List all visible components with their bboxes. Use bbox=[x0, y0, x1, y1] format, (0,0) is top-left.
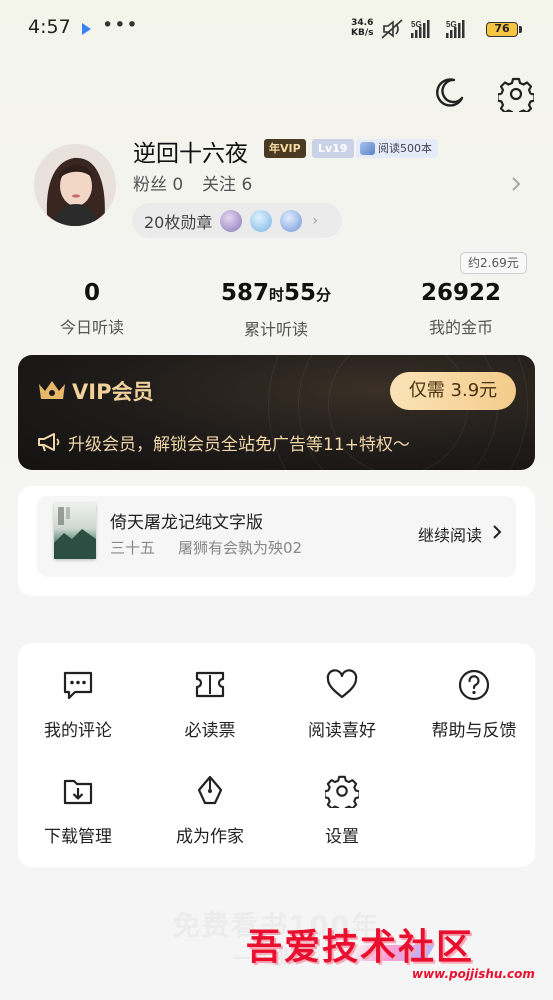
minutes-unit: 分 bbox=[316, 286, 332, 304]
battery-indicator: 76 bbox=[486, 22, 518, 37]
chevron-right-icon[interactable] bbox=[492, 524, 502, 540]
network-speed-unit: KB/s bbox=[351, 28, 374, 38]
chevron-right-icon: › bbox=[312, 212, 318, 229]
total-listen-label: 累计听读 bbox=[243, 320, 308, 339]
battery-tip bbox=[519, 26, 522, 33]
heart-icon bbox=[326, 669, 358, 699]
coins-stat[interactable]: 26922 我的金币 bbox=[369, 278, 553, 338]
avatar-image bbox=[34, 144, 116, 226]
reading-achievement-label: 阅读500本 bbox=[378, 142, 432, 155]
book-cover-art bbox=[54, 507, 96, 559]
help-icon bbox=[458, 669, 490, 701]
vip-price-button[interactable]: 仅需 3.9元 bbox=[390, 372, 516, 410]
menu-item-help-feedback[interactable]: 帮助与反馈 bbox=[409, 668, 539, 758]
chevron-right-icon[interactable] bbox=[510, 176, 522, 192]
fans-count: 0 bbox=[172, 175, 184, 195]
book-title: 倚天屠龙记纯文字版 bbox=[110, 513, 263, 533]
menu-item-download-manager[interactable]: 下载管理 bbox=[13, 774, 143, 864]
today-listen-stat[interactable]: 0 今日听读 bbox=[0, 278, 184, 338]
fans-label: 粉丝 bbox=[133, 175, 167, 195]
medals-label: 20枚勋章 bbox=[144, 212, 213, 232]
ticket-book-icon bbox=[195, 671, 225, 698]
menu-item-settings[interactable]: 设置 bbox=[277, 774, 407, 864]
vip-description: 升级会员，解锁会员全站免广告等11+特权～ bbox=[68, 435, 410, 455]
hours-unit: 时 bbox=[268, 286, 284, 304]
coins-label: 我的金币 bbox=[428, 318, 493, 337]
medal-icon bbox=[250, 209, 273, 232]
menu-item-label: 我的评论 bbox=[44, 721, 112, 741]
follow-stats[interactable]: 粉丝 0 关注 6 bbox=[133, 170, 252, 195]
continue-reading-button[interactable]: 继续阅读 bbox=[418, 522, 482, 546]
reading-achievement-badge[interactable]: 阅读500本 bbox=[356, 139, 438, 158]
gear-icon[interactable] bbox=[498, 76, 534, 112]
mute-icon bbox=[381, 19, 403, 39]
today-listen-value: 0 bbox=[83, 280, 100, 306]
total-listen-value: 587时55分 bbox=[184, 278, 368, 310]
coins-value: 26922 bbox=[420, 280, 502, 306]
pen-nib-icon bbox=[197, 775, 223, 805]
more-notifications-icon: ••• bbox=[102, 14, 139, 36]
avatar[interactable] bbox=[34, 144, 116, 226]
comment-icon bbox=[63, 671, 93, 700]
follow-count: 6 bbox=[241, 175, 253, 195]
medals-pill[interactable]: 20枚勋章 › bbox=[132, 203, 342, 238]
menu-item-comments[interactable]: 我的评论 bbox=[13, 668, 143, 758]
status-time: 4:57 bbox=[28, 16, 71, 38]
network-speed-value: 34.6 bbox=[351, 18, 374, 28]
gear-icon bbox=[325, 775, 359, 808]
watermark-url: www.pojjishu.com bbox=[412, 967, 535, 981]
menu-item-label: 帮助与反馈 bbox=[431, 721, 517, 741]
moon-icon[interactable] bbox=[432, 76, 466, 110]
watermark-text: 吾爱技术社区 bbox=[246, 926, 475, 968]
menu-item-become-writer[interactable]: 成为作家 bbox=[145, 774, 275, 864]
total-listen-stat[interactable]: 587时55分 累计听读 bbox=[184, 278, 368, 340]
vip-title: VIP会员 bbox=[72, 380, 154, 404]
network-speed: 34.6 KB/s bbox=[351, 18, 373, 38]
chapter-number: 三十五 bbox=[110, 539, 156, 557]
menu-item-reading-preference[interactable]: 阅读喜好 bbox=[277, 668, 407, 758]
menu-item-label: 成为作家 bbox=[176, 827, 244, 847]
total-hours: 587 bbox=[220, 280, 269, 306]
menu-item-label: 下载管理 bbox=[44, 827, 112, 847]
book-badge-icon bbox=[360, 142, 375, 155]
level-badge[interactable]: Lv19 bbox=[312, 139, 354, 158]
menu-item-must-read-ticket[interactable]: 必读票 bbox=[145, 668, 275, 758]
today-listen-label: 今日听读 bbox=[59, 318, 124, 337]
book-cover[interactable] bbox=[54, 503, 96, 559]
annual-vip-badge[interactable]: 年VIP bbox=[264, 139, 306, 158]
total-minutes: 55 bbox=[284, 280, 317, 306]
megaphone-icon bbox=[38, 433, 60, 452]
coin-value-note: 约2.69元 bbox=[460, 252, 527, 274]
menu-item-label: 必读票 bbox=[184, 721, 236, 741]
signal-icons: 5G 5G bbox=[381, 19, 465, 39]
menu-item-label: 设置 bbox=[325, 827, 359, 847]
download-folder-icon bbox=[63, 779, 93, 805]
menu-item-label: 阅读喜好 bbox=[308, 721, 376, 741]
chapter-title: 屠狮有会孰为殃02 bbox=[178, 539, 303, 557]
medal-icon bbox=[220, 209, 243, 232]
play-store-icon bbox=[82, 23, 91, 35]
crown-icon bbox=[39, 381, 65, 399]
medal-icon bbox=[280, 209, 303, 232]
follow-label: 关注 bbox=[202, 175, 237, 195]
username: 逆回十六夜 bbox=[133, 141, 248, 167]
